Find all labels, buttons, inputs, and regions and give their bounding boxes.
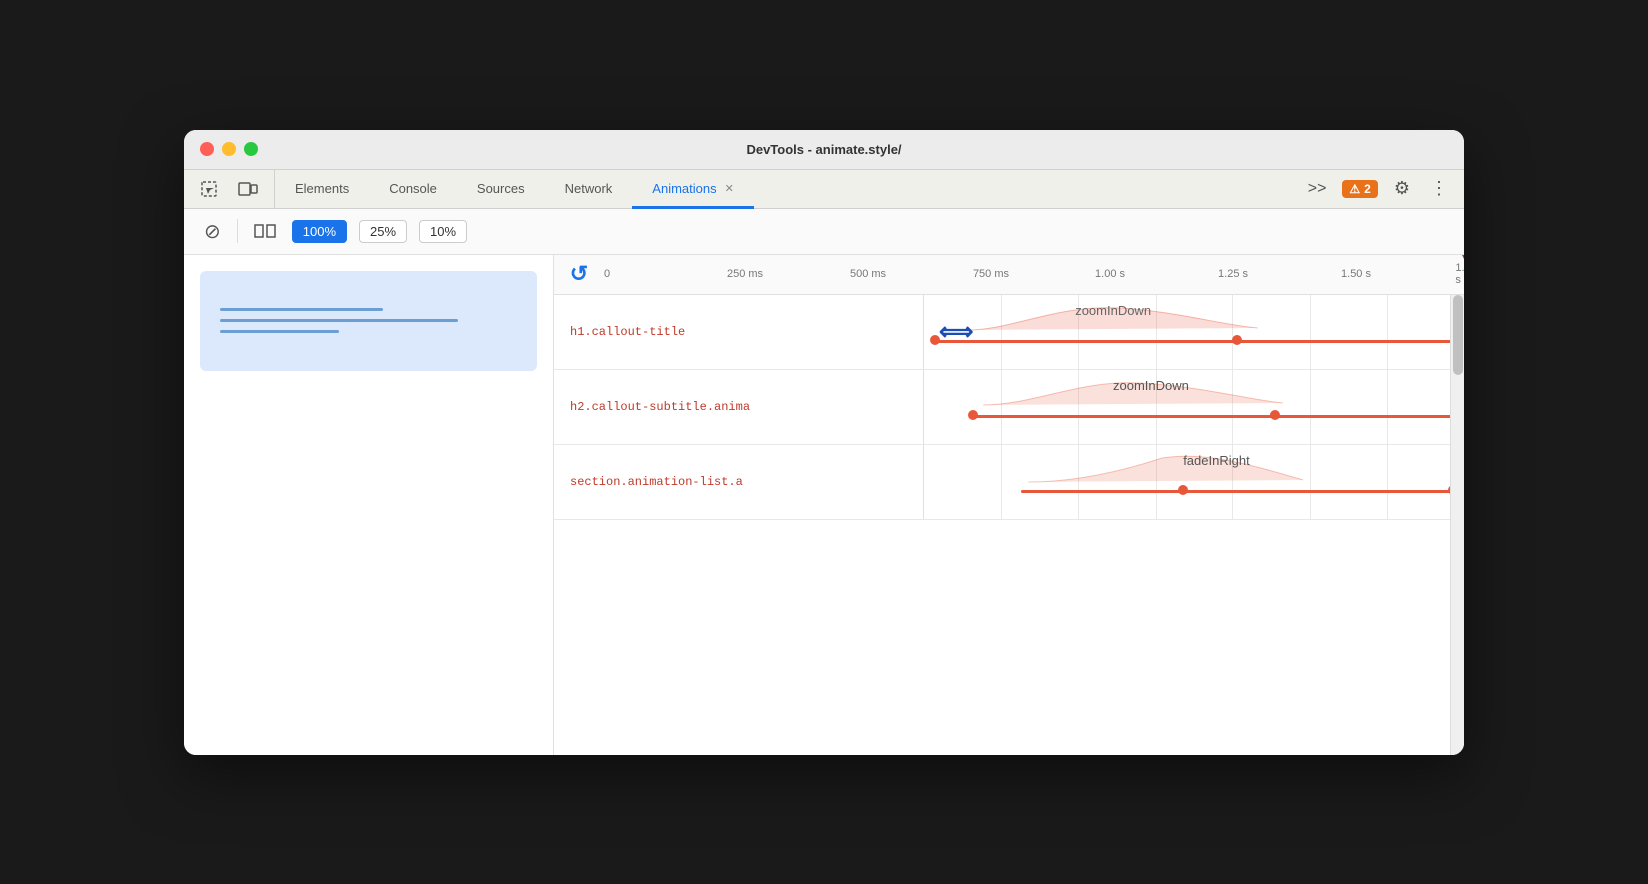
tab-network[interactable]: Network (545, 171, 633, 209)
easing-curve-3 (1021, 450, 1318, 485)
animation-rows: h1.callout-title ⟺ (554, 295, 1464, 520)
close-button[interactable] (200, 142, 214, 156)
tab-animations[interactable]: Animations ✕ (632, 171, 754, 209)
timeline-panel: ↺ 0 250 ms 500 ms 750 ms 1.00 s 1.25 s 1… (554, 255, 1464, 755)
more-tabs-button[interactable]: >> (1304, 176, 1331, 202)
tick-0: 0 (604, 268, 610, 280)
maximize-button[interactable] (244, 142, 258, 156)
tick-1000: 1.00 s (1095, 268, 1125, 280)
inspect-element-button[interactable] (196, 176, 222, 202)
timeline-ruler: ↺ 0 250 ms 500 ms 750 ms 1.00 s 1.25 s 1… (554, 255, 1464, 295)
anim-dot-end-2[interactable] (1270, 410, 1280, 420)
anim-dot-start-2[interactable] (968, 410, 978, 420)
device-toolbar-button[interactable] (234, 176, 262, 202)
anim-selector-2: h2.callout-subtitle.anima (554, 370, 924, 444)
anim-selector-3: section.animation-list.a (554, 445, 924, 519)
speed-100-button[interactable]: 100% (292, 220, 347, 243)
anim-bar-3[interactable] (1021, 490, 1453, 493)
anim-track-2[interactable]: zoomInDown (924, 370, 1464, 444)
anim-selector-1: h1.callout-title (554, 295, 924, 369)
toolbar-tabs: Elements Console Sources Network Animati… (275, 170, 1292, 208)
toolbar-right: >> ⚠ 2 ⚙ ⋮ (1292, 170, 1464, 208)
main-content: ↺ 0 250 ms 500 ms 750 ms 1.00 s 1.25 s 1… (184, 255, 1464, 755)
replay-button[interactable]: ↺ (554, 261, 604, 287)
anim-track-3[interactable]: fadeInRight (924, 445, 1464, 519)
tick-1500: 1.50 s (1341, 268, 1371, 280)
tab-elements[interactable]: Elements (275, 171, 369, 209)
window-title: DevTools - animate.style/ (746, 142, 901, 157)
scrollbar[interactable] (1450, 295, 1464, 755)
anim-dot-mid-3[interactable] (1178, 485, 1188, 495)
anim-bar-2[interactable] (973, 415, 1454, 418)
warnings-badge[interactable]: ⚠ 2 (1342, 180, 1377, 198)
minimize-button[interactable] (222, 142, 236, 156)
window-controls (200, 142, 258, 156)
tab-close-icon[interactable]: ✕ (725, 182, 734, 195)
scrubber-button[interactable] (250, 218, 280, 244)
settings-button[interactable]: ⚙ (1390, 174, 1414, 203)
anim-bar-1[interactable] (935, 340, 1453, 343)
devtools-toolbar: Elements Console Sources Network Animati… (184, 170, 1464, 209)
scrollbar-thumb[interactable] (1453, 295, 1463, 375)
preview-line-1 (220, 308, 383, 311)
anim-dot-start-1[interactable] (930, 335, 940, 345)
animation-row-2: h2.callout-subtitle.anima (554, 370, 1464, 445)
tick-250: 250 ms (727, 268, 763, 280)
tab-sources[interactable]: Sources (457, 171, 545, 209)
tick-750: 750 ms (973, 268, 1009, 280)
anim-track-1[interactable]: ⟺ zoomInDown (924, 295, 1464, 369)
anim-name-3: fadeInRight (1183, 453, 1250, 468)
animations-subtoolbar: ⊘ 100% 25% 10% (184, 209, 1464, 255)
tick-1250: 1.25 s (1218, 268, 1248, 280)
animation-row-1: h1.callout-title ⟺ (554, 295, 1464, 370)
left-panel (184, 255, 554, 755)
tick-500: 500 ms (850, 268, 886, 280)
toolbar-icons (184, 170, 275, 208)
more-options-button[interactable]: ⋮ (1426, 174, 1452, 203)
speed-25-button[interactable]: 25% (359, 220, 407, 243)
anim-dot-mid-1[interactable] (1232, 335, 1242, 345)
ruler-ticks: 0 250 ms 500 ms 750 ms 1.00 s 1.25 s 1.5… (604, 255, 1464, 294)
anim-name-2: zoomInDown (1113, 378, 1189, 393)
preview-line-2 (220, 319, 458, 322)
titlebar: DevTools - animate.style/ (184, 130, 1464, 170)
playhead-marker[interactable] (1462, 255, 1464, 271)
devtools-window: DevTools - animate.style/ Elements (184, 130, 1464, 755)
speed-10-button[interactable]: 10% (419, 220, 467, 243)
pause-button[interactable]: ⊘ (200, 215, 225, 248)
animation-preview (200, 271, 537, 371)
preview-line-3 (220, 330, 339, 333)
animation-row-3: section.animation-list.a (554, 445, 1464, 520)
anim-name-1: zoomInDown (1075, 303, 1151, 318)
tab-console[interactable]: Console (369, 171, 457, 209)
